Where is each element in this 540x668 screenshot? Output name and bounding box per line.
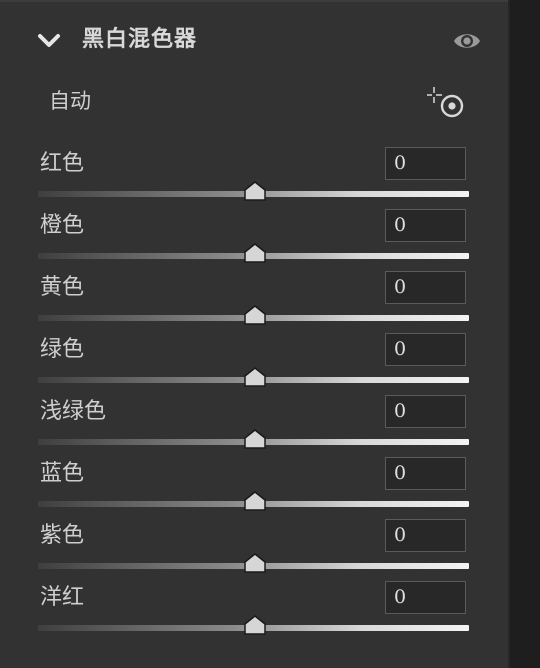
black-white-mixer-panel: 黑白混色器 自动 红色 0 橙色 0 黄色 0 绿色 0 浅绿色 0 蓝色 0 紫色 0 洋红 0 [0, 0, 508, 668]
slider-row: 洋红 0 [0, 581, 508, 643]
slider-row: 浅绿色 0 [0, 395, 508, 457]
panel-top-border [0, 0, 508, 2]
slider-thumb-icon[interactable] [244, 243, 266, 263]
slider-label: 浅绿色 [40, 399, 107, 424]
slider-value-field[interactable]: 0 [385, 395, 466, 428]
slider-label: 黄色 [40, 275, 85, 300]
slider-thumb-icon[interactable] [244, 367, 266, 387]
target-adjust-icon[interactable] [426, 86, 466, 120]
slider-row: 紫色 0 [0, 519, 508, 581]
eye-icon[interactable] [452, 29, 482, 53]
slider-row: 橙色 0 [0, 209, 508, 271]
slider-label: 紫色 [40, 523, 85, 548]
slider-thumb-icon[interactable] [244, 553, 266, 573]
slider-label: 橙色 [40, 213, 85, 238]
slider-value-field[interactable]: 0 [385, 519, 466, 552]
panel-title[interactable]: 黑白混色器 [82, 23, 197, 57]
slider-thumb-icon[interactable] [244, 181, 266, 201]
slider-value-field[interactable]: 0 [385, 209, 466, 242]
slider-label: 红色 [40, 151, 85, 176]
slider-thumb-icon[interactable] [244, 429, 266, 449]
slider-row: 蓝色 0 [0, 457, 508, 519]
slider-value-field[interactable]: 0 [385, 333, 466, 366]
slider-label: 蓝色 [40, 461, 85, 486]
slider-value-field[interactable]: 0 [385, 581, 466, 614]
slider-row: 红色 0 [0, 147, 508, 209]
slider-value-field[interactable]: 0 [385, 147, 466, 180]
slider-row: 黄色 0 [0, 271, 508, 333]
slider-value-field[interactable]: 0 [385, 457, 466, 490]
slider-label: 绿色 [40, 337, 85, 362]
slider-thumb-icon[interactable] [244, 491, 266, 511]
panel-scroll-gutter [508, 0, 540, 668]
gutter-divider [508, 0, 510, 668]
auto-button[interactable]: 自动 [49, 86, 91, 116]
slider-row: 绿色 0 [0, 333, 508, 395]
slider-thumb-icon[interactable] [244, 305, 266, 325]
chevron-down-icon[interactable] [37, 31, 61, 51]
slider-value-field[interactable]: 0 [385, 271, 466, 304]
slider-thumb-icon[interactable] [244, 615, 266, 635]
slider-label: 洋红 [40, 585, 85, 610]
